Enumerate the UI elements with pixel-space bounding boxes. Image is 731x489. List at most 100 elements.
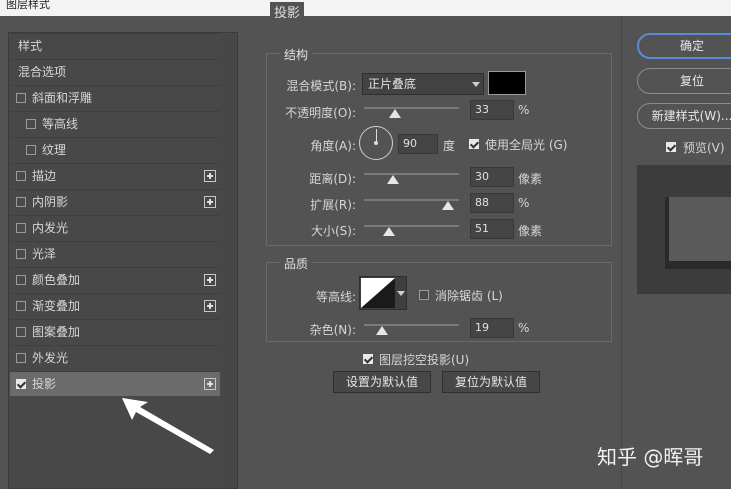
- distance-unit: 像素: [518, 172, 543, 186]
- watermark: 知乎 @晖哥: [597, 445, 704, 469]
- blend-mode-value: 正片叠底: [368, 77, 417, 91]
- opacity-slider-track[interactable]: [364, 107, 459, 109]
- distance-slider-thumb[interactable]: [386, 175, 399, 184]
- shadow-color-swatch[interactable]: [488, 71, 526, 95]
- spread-unit: %: [518, 196, 530, 210]
- knockout-label: 图层挖空投影(U): [379, 353, 470, 367]
- style-item[interactable]: 光泽: [10, 241, 220, 266]
- chevron-down-icon: [472, 82, 480, 87]
- contour-label: 等高线:: [315, 290, 356, 304]
- annotation-arrow: [122, 398, 214, 454]
- style-item-label: 斜面和浮雕: [32, 91, 93, 105]
- blend-mode-label: 混合模式(B):: [286, 79, 356, 93]
- style-item[interactable]: 内阴影: [10, 189, 220, 214]
- preview-swatch: [669, 197, 731, 261]
- opacity-input[interactable]: 33: [470, 100, 514, 120]
- contour-preview-icon: [361, 278, 395, 308]
- contour-picker[interactable]: [359, 276, 407, 310]
- style-item[interactable]: 渐变叠加: [10, 293, 220, 318]
- style-item[interactable]: 描边: [10, 163, 220, 188]
- style-item[interactable]: 内发光: [10, 215, 220, 240]
- style-item[interactable]: 样式: [10, 33, 220, 58]
- add-style-icon[interactable]: [204, 274, 216, 286]
- style-item-label: 纹理: [42, 143, 67, 157]
- size-input[interactable]: 51: [470, 219, 514, 239]
- opacity-label: 不透明度(O):: [285, 106, 356, 120]
- spread-input[interactable]: 88: [470, 193, 514, 213]
- blend-mode-select[interactable]: 正片叠底: [362, 73, 484, 95]
- style-item-checkbox[interactable]: [16, 249, 26, 259]
- style-item[interactable]: 斜面和浮雕: [10, 85, 220, 110]
- add-style-icon[interactable]: [204, 170, 216, 182]
- style-item-label: 等高线: [42, 117, 79, 131]
- ok-button[interactable]: 确定: [637, 33, 731, 59]
- opacity-slider-thumb[interactable]: [389, 109, 402, 118]
- reset-button[interactable]: 复位: [637, 68, 731, 94]
- add-style-icon[interactable]: [204, 378, 216, 390]
- opacity-unit: %: [518, 103, 530, 117]
- style-item-label: 内阴影: [32, 195, 69, 209]
- style-item-label: 投影: [32, 377, 57, 391]
- style-item-label: 光泽: [32, 247, 57, 261]
- size-unit: 像素: [518, 224, 543, 238]
- add-style-icon[interactable]: [204, 196, 216, 208]
- noise-unit: %: [518, 321, 530, 335]
- style-item-checkbox[interactable]: [16, 301, 26, 311]
- style-item-checkbox[interactable]: [16, 379, 26, 389]
- style-item-label: 图案叠加: [32, 325, 81, 339]
- style-item-label: 样式: [18, 39, 43, 53]
- style-item[interactable]: 纹理: [10, 137, 220, 162]
- knockout-checkbox[interactable]: [363, 354, 373, 364]
- global-light-checkbox[interactable]: [469, 139, 479, 149]
- anti-alias-checkbox[interactable]: [419, 290, 429, 300]
- style-preview-pane: [637, 165, 731, 294]
- noise-slider-thumb[interactable]: [376, 326, 389, 335]
- spread-slider-thumb[interactable]: [441, 201, 454, 210]
- section-title: 投影: [270, 2, 305, 21]
- style-item[interactable]: 外发光: [10, 345, 220, 370]
- add-style-icon[interactable]: [204, 300, 216, 312]
- style-item-label: 混合选项: [18, 65, 67, 79]
- style-item-checkbox[interactable]: [16, 353, 26, 363]
- angle-dial[interactable]: [359, 126, 393, 160]
- preview-label: 预览(V): [683, 141, 725, 155]
- style-item[interactable]: 颜色叠加: [10, 267, 220, 292]
- style-item-label: 外发光: [32, 351, 69, 365]
- window-title: 图层样式: [6, 0, 50, 11]
- angle-unit: 度: [443, 139, 456, 153]
- style-item[interactable]: 图案叠加: [10, 319, 220, 344]
- distance-input[interactable]: 30: [470, 167, 514, 187]
- angle-label: 角度(A):: [310, 139, 356, 153]
- style-item-checkbox[interactable]: [16, 223, 26, 233]
- angle-dial-center: [374, 141, 378, 145]
- reset-default-button[interactable]: 复位为默认值: [442, 371, 540, 393]
- preview-checkbox[interactable]: [666, 142, 676, 152]
- style-item-label: 渐变叠加: [32, 299, 81, 313]
- angle-input[interactable]: 90: [398, 134, 438, 154]
- style-item-checkbox[interactable]: [16, 327, 26, 337]
- style-item-checkbox[interactable]: [16, 93, 26, 103]
- size-label: 大小(S):: [310, 224, 356, 238]
- styles-list-scrollbar[interactable]: [222, 34, 236, 487]
- style-item-checkbox[interactable]: [16, 171, 26, 181]
- style-item-checkbox[interactable]: [26, 119, 36, 129]
- noise-input[interactable]: 19: [470, 318, 514, 338]
- window-titlebar: 图层样式: [0, 0, 731, 16]
- distance-slider-track[interactable]: [364, 173, 459, 175]
- distance-label: 距离(D):: [309, 172, 356, 186]
- quality-title: 品质: [280, 255, 313, 272]
- size-slider-track[interactable]: [364, 225, 459, 227]
- style-item[interactable]: 等高线: [10, 111, 220, 136]
- style-item-checkbox[interactable]: [26, 145, 36, 155]
- new-style-button[interactable]: 新建样式(W)...: [637, 103, 731, 129]
- anti-alias-label: 消除锯齿 (L): [435, 289, 503, 303]
- noise-label: 杂色(N):: [309, 323, 356, 337]
- structure-title: 结构: [280, 46, 313, 63]
- style-item-label: 颜色叠加: [32, 273, 81, 287]
- set-default-button[interactable]: 设置为默认值: [333, 371, 431, 393]
- style-item-checkbox[interactable]: [16, 197, 26, 207]
- panel-divider: [621, 16, 622, 487]
- style-item-checkbox[interactable]: [16, 275, 26, 285]
- size-slider-thumb[interactable]: [382, 227, 395, 236]
- style-item[interactable]: 混合选项: [10, 59, 220, 84]
